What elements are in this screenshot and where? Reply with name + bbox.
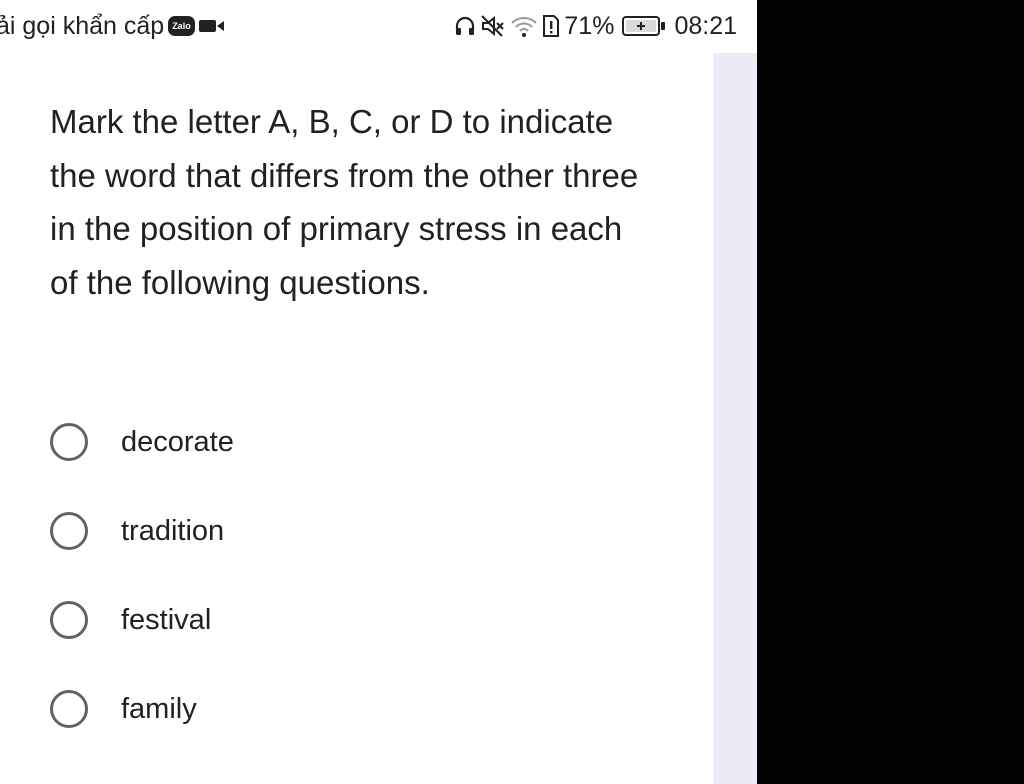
mute-icon bbox=[480, 14, 506, 38]
sim-alert-icon bbox=[542, 14, 560, 38]
side-panel bbox=[714, 53, 757, 784]
radio-button[interactable] bbox=[50, 423, 88, 461]
option-family[interactable]: family bbox=[50, 687, 234, 731]
option-decorate[interactable]: decorate bbox=[50, 420, 234, 464]
option-label: decorate bbox=[121, 425, 234, 458]
battery-icon bbox=[622, 15, 666, 37]
radio-button[interactable] bbox=[50, 690, 88, 728]
radio-button[interactable] bbox=[50, 601, 88, 639]
option-festival[interactable]: festival bbox=[50, 598, 234, 642]
phone-screen: ải gọi khẩn cấp Zalo 71% 08:21 Mark the … bbox=[0, 0, 757, 784]
option-label: family bbox=[121, 692, 197, 725]
question-text: Mark the letter A, B, C, or D to indicat… bbox=[50, 103, 639, 301]
radio-button[interactable] bbox=[50, 512, 88, 550]
video-camera-icon bbox=[198, 18, 225, 34]
zalo-icon: Zalo bbox=[168, 16, 195, 36]
option-tradition[interactable]: tradition bbox=[50, 509, 234, 553]
notification-area: ải gọi khẩn cấp Zalo bbox=[0, 10, 225, 42]
system-status-area: 71% 08:21 bbox=[454, 10, 737, 42]
emergency-call-text: ải gọi khẩn cấp bbox=[0, 11, 165, 40]
battery-percent: 71% bbox=[564, 11, 615, 40]
status-bar: ải gọi khẩn cấp Zalo 71% 08:21 bbox=[0, 0, 757, 53]
option-label: festival bbox=[121, 603, 212, 636]
answer-options: decorate tradition festival family bbox=[50, 420, 234, 776]
headset-icon bbox=[454, 15, 476, 37]
clock: 08:21 bbox=[674, 11, 737, 40]
option-label: tradition bbox=[121, 514, 225, 547]
wifi-icon bbox=[510, 14, 538, 38]
